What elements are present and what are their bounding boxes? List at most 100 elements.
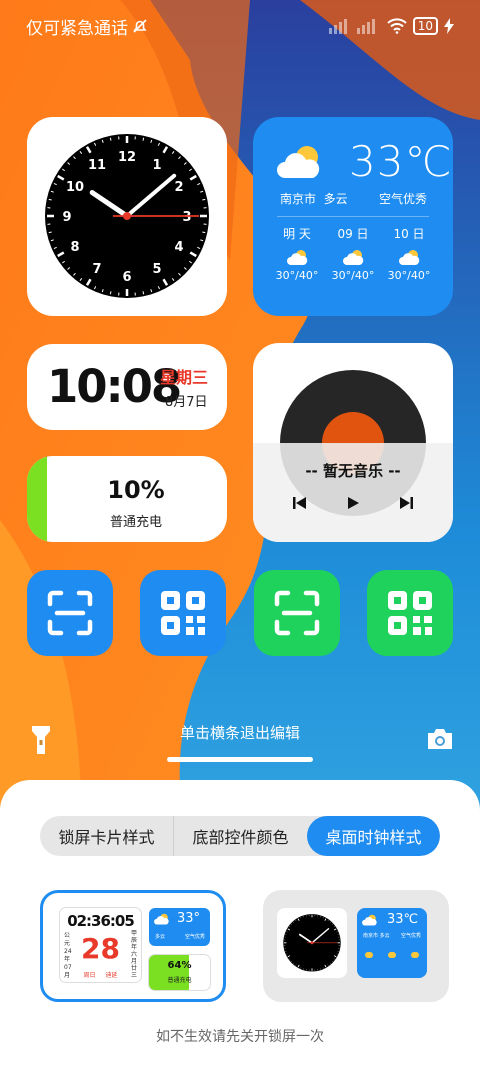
qrcode-icon — [388, 591, 432, 635]
forecast-label: 09 日 — [337, 227, 369, 241]
weather-city-name: 南京市 — [280, 192, 317, 206]
clock-number: 5 — [152, 262, 161, 277]
clock-number: 11 — [88, 158, 106, 173]
preview-weather-aq: 空气优秀 — [400, 933, 421, 939]
clock-style-option-2[interactable]: 33℃ 南京市 多云 空气优秀 — [263, 890, 449, 1002]
weather-temperature: 33℃ — [349, 137, 453, 186]
charging-bolt-icon — [444, 18, 454, 34]
preview-charge-pct: 64% — [167, 960, 192, 971]
qrcode-app-icon-blue[interactable] — [140, 570, 226, 656]
digital-clock-widget[interactable]: 10:08 星期三 8月7日 — [27, 344, 227, 430]
preview-calendar-card: 02:36:05 公 元 24 年 07 月 28 甲 辰 年 六 月 廿 三 … — [60, 908, 141, 982]
forecast-day: 09 日 30°/40° — [323, 225, 383, 282]
scan-icon — [274, 590, 320, 636]
preview-charge-label: 普通充电 — [167, 977, 192, 984]
battery-indicator: 10 — [412, 17, 438, 35]
sun-icon — [411, 952, 419, 958]
weather-widget[interactable]: 33℃ 南京市 多云 空气优秀 明 天 30°/40° 09 日 30°/40°… — [253, 117, 453, 316]
style-tabs: 锁屏卡片样式 底部控件颜色 桌面时钟样式 — [40, 816, 440, 856]
style-settings-sheet: 锁屏卡片样式 底部控件颜色 桌面时钟样式 02:36:05 公 元 24 年 0… — [0, 780, 480, 1066]
clock-number: 2 — [174, 180, 183, 195]
weather-condition: 多云 — [323, 192, 348, 206]
next-track-icon[interactable] — [399, 496, 413, 510]
preview-forecast-icons — [365, 952, 419, 958]
partly-cloudy-icon — [154, 913, 169, 925]
partly-cloudy-icon — [399, 250, 420, 265]
preview-analog-clock — [283, 914, 341, 972]
clock-center — [123, 212, 131, 220]
weekday: 星期三 — [160, 368, 209, 387]
clock-center — [310, 941, 314, 945]
preview-clock-card — [277, 908, 347, 978]
partly-cloudy-icon — [343, 250, 364, 265]
forecast-range: 30°/40° — [387, 269, 431, 282]
preview-charge-card: 64% 普通充电 — [149, 955, 210, 990]
play-icon[interactable] — [346, 496, 360, 510]
scan-app-icon-blue[interactable] — [27, 570, 113, 656]
camera-icon[interactable] — [426, 727, 454, 751]
analog-clock-widget[interactable]: 12 1 2 3 4 5 6 7 8 9 10 11 — [27, 117, 227, 316]
preview-week: 周日 — [83, 972, 96, 979]
partly-cloudy-icon — [362, 914, 377, 926]
weather-city: 南京市 多云 — [280, 190, 348, 207]
clock-tick — [48, 198, 52, 201]
charge-percent: 10% — [107, 476, 165, 504]
clock-tick — [109, 291, 112, 295]
music-controls — [293, 496, 413, 510]
divider — [277, 216, 429, 217]
bell-off-icon — [133, 19, 147, 33]
forecast-range: 30°/40° — [275, 269, 319, 282]
clock-number: 7 — [92, 262, 101, 277]
clock-tick — [202, 198, 206, 201]
preview-weather-city: 南京市 多云 — [363, 933, 390, 939]
clock-tick — [142, 291, 145, 295]
preview-weather-temp: 33° — [177, 911, 201, 926]
partly-cloudy-icon — [287, 250, 308, 265]
forecast-day: 10 日 30°/40° — [379, 225, 439, 282]
clock-number: 3 — [182, 210, 191, 225]
air-quality: 空气优秀 — [378, 192, 427, 206]
preview-big-date: 28 — [81, 932, 120, 965]
music-title: -- 暂无音乐 -- — [305, 462, 401, 480]
forecast-label: 10 日 — [393, 227, 425, 241]
preview-weather-card: 33℃ 南京市 多云 空气优秀 — [357, 908, 427, 978]
analog-clock-face: 12 12 3 45 6 789 10 11 — [45, 134, 209, 298]
clock-style-option-1[interactable]: 02:36:05 公 元 24 年 07 月 28 甲 辰 年 六 月 廿 三 … — [40, 890, 226, 1002]
clock-tick — [142, 137, 145, 141]
forecast-day: 明 天 30°/40° — [267, 225, 327, 282]
sun-icon — [365, 952, 373, 958]
clock-tick — [109, 137, 112, 141]
qrcode-app-icon-green[interactable] — [367, 570, 453, 656]
tab-desktop-clock-style[interactable]: 桌面时钟样式 — [307, 816, 440, 856]
preview-weather-card: 33° 多云 空气优秀 — [149, 908, 210, 946]
clock-number: 6 — [122, 270, 131, 285]
footer-tip: 如不生效请先关开锁屏一次 — [156, 1029, 324, 1045]
sun-icon — [388, 952, 396, 958]
preview-week-row: 周日 迪延 — [60, 970, 141, 979]
scan-app-icon-green[interactable] — [254, 570, 340, 656]
forecast-range: 30°/40° — [331, 269, 375, 282]
clock-number: 9 — [62, 210, 71, 225]
preview-weather-city: 多云 — [155, 934, 166, 940]
partly-cloudy-icon — [277, 146, 320, 178]
music-widget[interactable]: -- 暂无音乐 -- — [253, 343, 453, 542]
clock-tick — [48, 231, 52, 234]
tab-lockscreen-card[interactable]: 锁屏卡片样式 — [40, 816, 173, 856]
qrcode-icon — [161, 591, 205, 635]
tab-bottom-control-color[interactable]: 底部控件颜色 — [173, 816, 307, 856]
signal-off-icon — [328, 19, 375, 34]
preview-weather-temp: 33℃ — [387, 912, 419, 927]
clock-tick — [202, 231, 206, 234]
clock-number: 8 — [71, 240, 80, 255]
battery-level: 10 — [417, 19, 433, 33]
forecast-label: 明 天 — [283, 227, 311, 241]
status-text: 仅可紧急通话 — [26, 18, 128, 39]
charging-widget[interactable]: 10% 普通充电 — [27, 456, 227, 542]
preview-extra: 迪延 — [105, 972, 118, 979]
previous-track-icon[interactable] — [293, 496, 307, 510]
scan-icon — [47, 590, 93, 636]
clock-number: 4 — [174, 240, 183, 255]
home-bar[interactable] — [167, 757, 313, 762]
clock-number: 10 — [66, 180, 84, 195]
charge-label: 普通充电 — [109, 515, 162, 530]
